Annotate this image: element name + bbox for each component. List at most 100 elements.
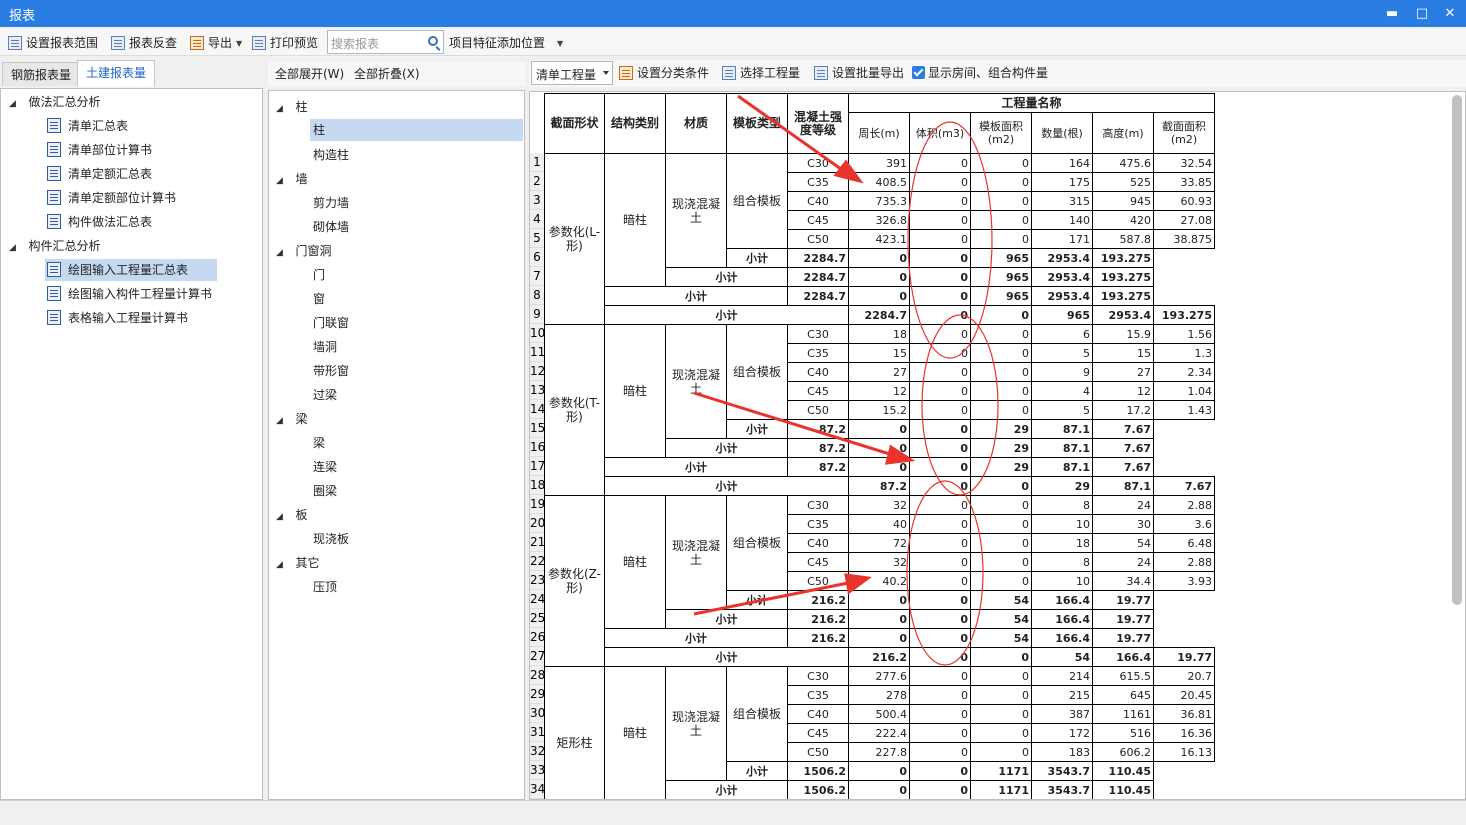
tree-item[interactable]: 连梁 [313, 457, 337, 477]
cell-value: 8 [1031, 552, 1093, 572]
minimize-button[interactable]: ▬ [1378, 3, 1406, 24]
batch-export-button[interactable]: 设置批量导出 [814, 63, 904, 83]
tree-item[interactable]: 墙洞 [313, 337, 337, 357]
tree-group-beam[interactable]: ◢ 梁 [276, 409, 307, 429]
cell-subtotal-value: 7.67 [1092, 419, 1154, 439]
vertical-scrollbar[interactable] [1452, 95, 1462, 605]
tree-item-report[interactable]: 清单定额汇总表 [47, 164, 152, 184]
cell-subtotal-value: 2284.7 [787, 248, 849, 268]
tree-item[interactable]: 过梁 [313, 385, 337, 405]
collapse-all-button[interactable]: 全部折叠(X) [354, 64, 420, 84]
quantity-type-select[interactable]: 清单工程量 [531, 61, 613, 85]
expand-triangle-icon[interactable]: ◢ [276, 243, 284, 263]
tree-item-report-selected[interactable]: 绘图输入工程量汇总表 [45, 259, 217, 281]
cell-formwork: 组合模板 [726, 666, 788, 762]
cell-subtotal-value: 0 [909, 248, 971, 268]
tree-item[interactable]: 压顶 [313, 577, 337, 597]
feature-position-dropdown[interactable]: 项目特征添加位置 ▼ [449, 33, 563, 53]
tree-item-column-selected[interactable]: 柱 [310, 119, 523, 141]
cell-subtotal-value: 19.77 [1092, 590, 1154, 610]
batch-export-label: 设置批量导出 [832, 66, 905, 80]
header-concrete-grade: 混凝土强度等级 [787, 93, 849, 154]
tree-group-component[interactable]: ◢ 构件汇总分析 [9, 236, 100, 256]
cell-value: 183 [1031, 742, 1093, 762]
row-number: 31 [530, 723, 545, 742]
cell-subtotal-value: 0 [909, 419, 971, 439]
print-preview-button[interactable]: 打印预览 [252, 33, 318, 53]
expand-all-button[interactable]: 全部展开(W) [275, 64, 344, 84]
tree-item-report[interactable]: 清单定额部位计算书 [47, 188, 176, 208]
tree-item-report[interactable]: 绘图输入构件工程量计算书 [47, 284, 212, 304]
row-number: 21 [530, 533, 545, 552]
tree-item-report[interactable]: 表格输入工程量计算书 [47, 308, 188, 328]
tree-item[interactable]: 现浇板 [313, 529, 349, 549]
tree-item[interactable]: 构造柱 [313, 145, 349, 165]
cell-subtotal-value: 29 [970, 457, 1032, 477]
tree-item[interactable]: 圈梁 [313, 481, 337, 501]
cell-value: 32 [848, 495, 910, 515]
subtotal-row: 小计 87.2 0 0 29 87.1 7.67 [545, 476, 1215, 496]
tree-group-other[interactable]: ◢ 其它 [276, 553, 319, 573]
tree-group-method[interactable]: ◢ 做法汇总分析 [9, 92, 100, 112]
tree-group-openings[interactable]: ◢ 门窗洞 [276, 241, 331, 261]
cell-value: 0 [909, 742, 971, 762]
tree-group-column[interactable]: ◢ 柱 [276, 97, 307, 117]
row-number: 17 [530, 457, 545, 476]
report-table: 截面形状 结构类别 材质 模板类型 混凝土强度等级 工程量名称 周长(m) 体积(m3) 模板面… [544, 93, 1215, 799]
tree-item[interactable]: 门联窗 [313, 313, 349, 333]
cell-grade: C50 [787, 571, 849, 591]
cell-grade: C35 [787, 685, 849, 705]
search-icon[interactable] [428, 36, 438, 46]
tree-item[interactable]: 窗 [313, 289, 325, 309]
cell-subtotal-value: 87.1 [1031, 419, 1093, 439]
expand-triangle-icon[interactable]: ◢ [276, 507, 284, 527]
tree-group-wall[interactable]: ◢ 墙 [276, 169, 307, 189]
cell-subtotal-value: 0 [848, 286, 910, 306]
cell-value: 24 [1092, 552, 1154, 572]
expand-triangle-icon[interactable]: ◢ [276, 171, 284, 191]
expand-triangle-icon[interactable]: ◢ [9, 238, 17, 258]
cell-subtotal-label: 小计 [604, 286, 788, 306]
cell-subtotal-value: 1171 [970, 780, 1032, 799]
expand-triangle-icon[interactable]: ◢ [276, 99, 284, 119]
set-report-range-button[interactable]: 设置报表范围 [8, 33, 98, 53]
cell-value: 214 [1031, 666, 1093, 686]
cell-subtotal-value: 54 [1031, 647, 1093, 667]
cell-value: 615.5 [1092, 666, 1154, 686]
cell-subtotal-label: 小计 [604, 305, 849, 325]
tree-item-report[interactable]: 构件做法汇总表 [47, 212, 152, 232]
tree-item[interactable]: 梁 [313, 433, 325, 453]
export-dropdown[interactable]: 导出 ▼ [190, 33, 242, 53]
tree-item[interactable]: 砌体墙 [313, 217, 349, 237]
tree-item[interactable]: 门 [313, 265, 325, 285]
reverse-check-icon [111, 36, 125, 50]
select-table-icon [722, 66, 736, 80]
cell-subtotal-label: 小计 [726, 590, 788, 610]
show-rooms-checkbox[interactable]: 显示房间、组合构件量 [912, 63, 1048, 83]
table-row: 参数化(Z-形) 暗柱 现浇混凝土 组合模板 C30 32 0 0 8 24 2.88 [544, 495, 1215, 667]
maximize-button[interactable]: □ [1408, 3, 1436, 24]
cell-value: 18 [848, 324, 910, 344]
row-number: 13 [530, 381, 545, 400]
expand-triangle-icon[interactable]: ◢ [276, 411, 284, 431]
tree-item-report[interactable]: 清单部位计算书 [47, 140, 152, 160]
tree-item-report[interactable]: 清单汇总表 [47, 116, 128, 136]
cell-value: 140 [1031, 210, 1093, 230]
cell-material: 现浇混凝土 [665, 495, 727, 610]
checkbox-checked-icon[interactable] [912, 66, 925, 79]
close-button[interactable]: ✕ [1436, 3, 1464, 24]
reverse-check-button[interactable]: 报表反查 [111, 33, 177, 53]
tab-civil-report[interactable]: 土建报表量 [77, 60, 156, 87]
expand-triangle-icon[interactable]: ◢ [9, 94, 17, 114]
tree-item[interactable]: 带形窗 [313, 361, 349, 381]
set-category-button[interactable]: 设置分类条件 [619, 63, 709, 83]
select-quantity-button[interactable]: 选择工程量 [722, 63, 800, 83]
tab-rebar-report[interactable]: 钢筋报表量 [2, 62, 81, 86]
cell-value: 0 [970, 191, 1032, 211]
cell-grade: C35 [787, 343, 849, 363]
tree-group-slab[interactable]: ◢ 板 [276, 505, 307, 525]
cell-subtotal-label: 小计 [726, 761, 788, 781]
expand-triangle-icon[interactable]: ◢ [276, 555, 284, 575]
tree-item[interactable]: 剪力墙 [313, 193, 349, 213]
search-input[interactable]: 搜索报表 [327, 30, 444, 54]
